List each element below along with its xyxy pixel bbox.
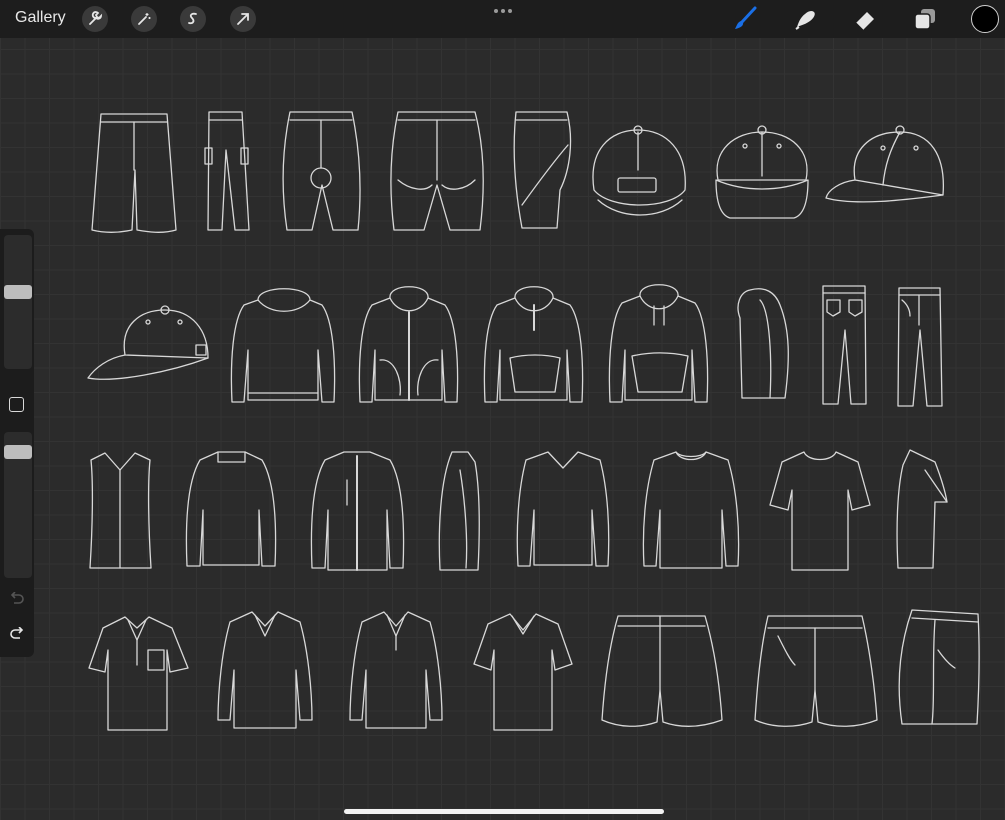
cargo-pants-drawing [204,111,250,231]
crew-long-sleeve-drawing [642,451,740,569]
canvas-artwork[interactable] [0,38,1005,820]
hoodie-pullover-drawing [608,284,709,403]
vest-drawing [89,452,152,569]
polo-long-sleeve-2-drawing [349,611,443,729]
gallery-button[interactable]: Gallery [15,9,66,27]
top-toolbar: Gallery [0,0,1005,38]
polo-pocket-drawing [88,616,189,731]
hoodie-quarter-zip-drawing [483,286,584,403]
jacket-side-drawing [438,451,480,571]
shorts-front-drawing [754,615,878,727]
hoodie-zip-front-drawing [358,286,459,403]
cap-back-drawing [592,125,686,216]
brush-icon[interactable] [731,5,759,33]
hoodie-side-drawing [737,288,789,399]
cap-front-drawing [715,125,809,219]
cycling-shorts-side-drawing [513,111,572,229]
cycling-shorts-back-drawing [282,111,361,231]
hoodie-back-drawing [230,288,336,403]
cap-side-drawing [825,125,944,203]
shorts-back-drawing [601,615,723,727]
t-shirt-drawing [769,451,871,571]
home-indicator[interactable] [344,809,664,814]
polo-v-collar-drawing [473,613,573,731]
shorts-side-drawing [898,609,980,725]
adjustments-wand-icon[interactable] [131,6,157,32]
smudge-icon[interactable] [791,5,819,33]
cap-side-2-drawing [87,305,209,380]
layers-icon[interactable] [911,5,939,33]
shorts-long-drawing [91,113,177,233]
transform-arrow-icon[interactable] [230,6,256,32]
polo-long-sleeve-drawing [217,611,313,729]
t-shirt-side-drawing [896,449,948,569]
actions-wrench-icon[interactable] [82,6,108,32]
v-neck-long-sleeve-drawing [516,451,610,567]
jeans-back-drawing [822,285,867,405]
jacket-back-drawing [185,451,277,567]
more-options-icon[interactable] [493,4,513,22]
cycling-shorts-front-drawing [390,111,484,231]
eraser-icon[interactable] [851,5,879,33]
selection-s-icon[interactable] [180,6,206,32]
jacket-zip-front-drawing [310,451,405,571]
current-color-swatch[interactable] [971,5,999,33]
jeans-front-drawing [897,287,943,407]
